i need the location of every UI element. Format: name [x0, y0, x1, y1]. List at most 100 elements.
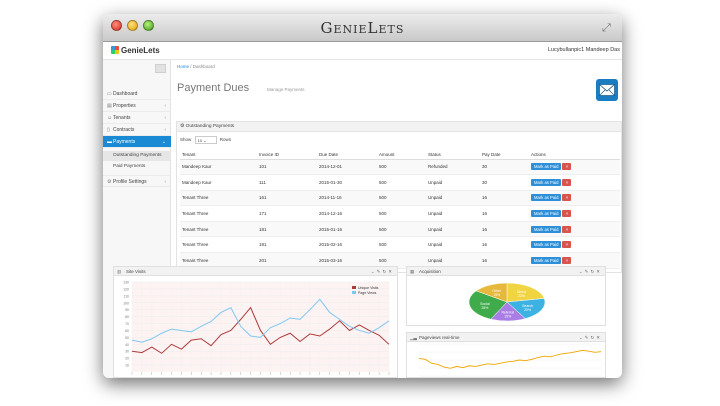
column-header-pay-date[interactable]: Pay Date: [480, 150, 529, 160]
email-button[interactable]: [596, 79, 618, 101]
sidebar-item-label: Properties: [113, 103, 136, 109]
table-cell: 500: [377, 174, 426, 191]
column-header-invoice-id[interactable]: Invoice ID: [257, 150, 317, 160]
sidebar-subitem-paid[interactable]: Paid Payments: [103, 162, 171, 172]
table-row: Mandeep Kaur 101 2014-12-01 500 Refunded 30 Ma…: [180, 159, 620, 176]
breadcrumb-home-link[interactable]: Home: [177, 64, 189, 69]
panel-header: ⚙ Outstanding Payments: [177, 122, 621, 132]
chevron-down-icon: ⌄: [161, 139, 166, 145]
pie-value-label: 22%: [518, 294, 525, 298]
mark-as-paid-button[interactable]: Mark as Paid: [531, 210, 562, 218]
pageviews-widget: ▁▃ Pageviews real-time ⌄✎↻✕: [406, 332, 606, 378]
table-row: Tenant Three 171 2014-12-16 500 Unpaid 16 Mark…: [180, 205, 620, 222]
table-cell: 2014-11-16: [317, 190, 377, 207]
y-tick-label: 120: [123, 287, 129, 291]
page-title: Payment Dues: [177, 82, 250, 94]
actions-cell: Mark as Paid ×: [529, 190, 620, 207]
mark-as-paid-button[interactable]: Mark as Paid: [531, 225, 562, 233]
page-subtitle: Manage Payments: [267, 87, 305, 92]
widget-tools[interactable]: ⌄✎↻✕: [371, 267, 394, 276]
sidebar-item-profile-settings[interactable]: ⚙ Profile Settings ‹: [103, 175, 171, 187]
pie-value-label: 20%: [524, 308, 531, 312]
brand-logo[interactable]: GenieLets: [111, 46, 160, 55]
logo-icon: [111, 46, 119, 54]
y-tick-label: 80: [125, 315, 129, 319]
legend-label: Page Views: [358, 291, 377, 295]
table-cell: 16: [480, 190, 529, 207]
y-tick-label: 110: [123, 294, 129, 298]
expand-icon[interactable]: ⤢: [602, 22, 614, 34]
table-cell: Tenant Three: [180, 205, 257, 222]
sidebar-item-tenants[interactable]: ☺Tenants ‹: [103, 112, 171, 124]
pie-value-label: 28%: [481, 306, 488, 310]
table-header-row: Tenant Invoice ID Due Date Amount Status…: [180, 150, 620, 160]
table-cell: 161: [257, 190, 317, 207]
sidebar-toggle-button[interactable]: [155, 64, 166, 73]
y-tick-label: 40: [125, 343, 129, 347]
user-menu[interactable]: Lucybullanpic1 Mandeep Das: [548, 47, 620, 53]
table-cell: 181: [257, 221, 317, 238]
mark-as-paid-button[interactable]: Mark as Paid: [531, 163, 562, 171]
column-header-status[interactable]: Status: [426, 150, 480, 160]
y-tick-label: 20: [125, 357, 129, 361]
actions-cell: Mark as Paid ×: [529, 221, 620, 238]
sidebar-subitem-outstanding[interactable]: Outstanding Payments: [103, 151, 171, 161]
delete-button[interactable]: ×: [562, 241, 572, 249]
legend-swatch: [352, 291, 356, 294]
widget-tools[interactable]: ⌄✎↻✕: [579, 267, 602, 276]
bar-chart-icon: ▁▃: [410, 335, 417, 340]
delete-button[interactable]: ×: [562, 256, 572, 264]
y-tick-label: 60: [125, 329, 129, 333]
column-header-tenant[interactable]: Tenant: [180, 150, 257, 160]
rows-per-page-value: 10: [197, 138, 202, 143]
table-cell: 2014-12-16: [317, 205, 377, 222]
pageviews-chart: [418, 343, 602, 377]
widget-title: Site Visits: [126, 269, 146, 274]
widget-title: Acquisition: [419, 269, 441, 274]
sidebar-item-payments[interactable]: ▬Payments ⌄: [103, 136, 171, 148]
actions-cell: Mark as Paid ×: [529, 205, 620, 222]
delete-button[interactable]: ×: [562, 225, 572, 233]
site-visits-chart: 130 120 110 100 90 80 70 60 50 40 30 20 10 Unique Vis…: [123, 281, 390, 375]
rows-label: Rows: [219, 137, 232, 143]
table-cell: Tenant Three: [180, 190, 257, 207]
table-cell: 16: [480, 236, 529, 254]
delete-button[interactable]: ×: [562, 210, 572, 218]
widget-header: ▥ Site Visits ⌄✎↻✕: [114, 267, 397, 276]
panel-title: Outstanding Payments: [185, 124, 235, 129]
rows-per-page-select[interactable]: 10 ⌄: [194, 136, 217, 144]
pie-value-label: 15%: [493, 293, 500, 297]
envelope-icon: [599, 84, 615, 96]
table-cell: Unpaid: [426, 221, 480, 238]
mark-as-paid-button[interactable]: Mark as Paid: [531, 256, 562, 264]
delete-button[interactable]: ×: [562, 163, 572, 171]
mark-as-paid-button[interactable]: Mark as Paid: [531, 194, 562, 202]
breadcrumb: Home / Dashboard: [177, 64, 215, 69]
table-cell: Unpaid: [426, 205, 480, 222]
table-cell: Mandeep Kaur: [180, 174, 257, 191]
acquisition-chart: Direct22%Search20%Referral15%Social28%Ot…: [468, 282, 546, 322]
dashboard-widgets: ▥ Site Visits ⌄✎↻✕ 130 120 110 100 90 80 70 60 5…: [103, 266, 622, 378]
column-header-amount[interactable]: Amount: [377, 150, 426, 160]
sidebar-item-properties[interactable]: ▤Properties ‹: [103, 100, 171, 112]
table-cell: 16: [480, 221, 529, 238]
mark-as-paid-button[interactable]: Mark as Paid: [531, 241, 562, 249]
widget-title: Pageviews real-time: [419, 335, 460, 340]
sidebar-item-dashboard[interactable]: ▭Dashboard: [103, 88, 171, 100]
y-tick-label: 100: [123, 301, 129, 305]
table-cell: Tenant Three: [180, 236, 257, 254]
app-window: GenieLets ⤢ GenieLets Lucybullanpic1 Man…: [103, 14, 622, 378]
gear-icon[interactable]: ⚙: [180, 124, 184, 129]
column-header-actions: Actions: [529, 150, 620, 160]
table-row: Mandeep Kaur 111 2015-01-30 500 Unpaid 30 Mark…: [180, 174, 620, 191]
mark-as-paid-button[interactable]: Mark as Paid: [531, 178, 562, 186]
column-header-due-date[interactable]: Due Date: [317, 150, 377, 160]
legend-label: Unique Visits: [358, 286, 379, 290]
delete-button[interactable]: ×: [562, 194, 572, 202]
sidebar-item-contracts[interactable]: ▯ Contracts ‹: [103, 124, 171, 136]
sidebar-item-label: Payments: [113, 139, 136, 145]
delete-button[interactable]: ×: [562, 178, 572, 186]
y-tick-label: 50: [125, 336, 129, 340]
widget-tools[interactable]: ⌄✎↻✕: [579, 333, 602, 342]
table-cell: 2015-01-16: [317, 221, 377, 238]
